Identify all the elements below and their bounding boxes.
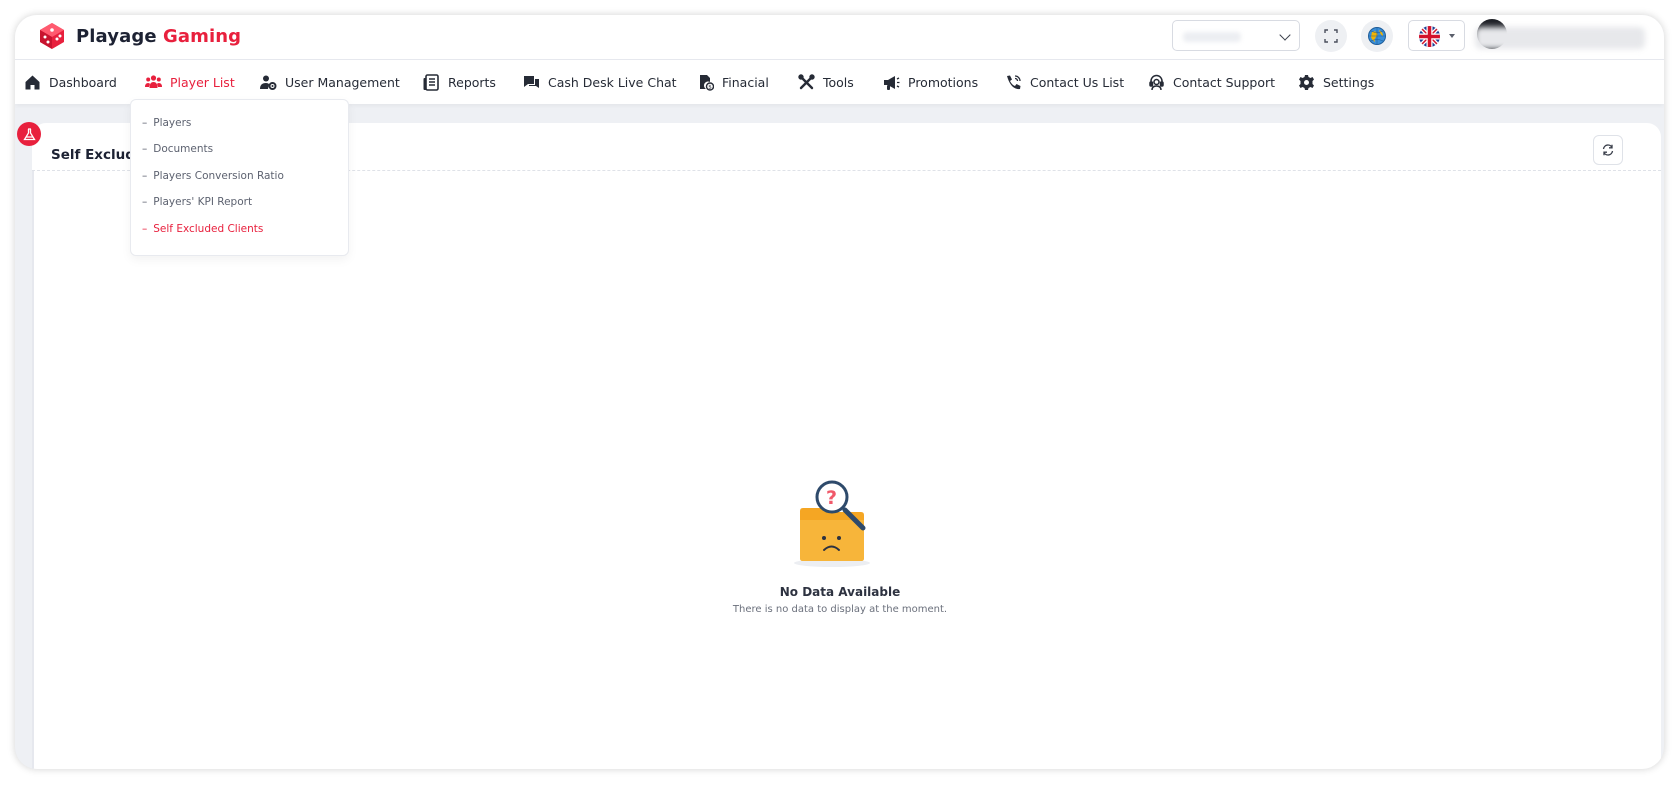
nav-label: Contact Us List xyxy=(1030,74,1125,90)
user-name-blurred xyxy=(1475,27,1645,49)
svg-text:?: ? xyxy=(826,487,837,509)
user-gear-icon xyxy=(260,75,277,90)
dropdown-item-self-excluded-clients[interactable]: – Self Excluded Clients xyxy=(142,223,263,235)
fullscreen-icon xyxy=(1324,29,1338,43)
chevron-down-icon xyxy=(1279,29,1291,41)
dropdown-item-label: Players Conversion Ratio xyxy=(153,170,284,182)
nav-contact-us-list[interactable]: Contact Us List xyxy=(1005,72,1124,92)
flask-icon xyxy=(22,127,36,140)
dropdown-item-players-conversion-ratio[interactable]: – Players Conversion Ratio xyxy=(142,170,284,182)
dash-marker: – xyxy=(142,143,148,155)
dropdown-item-players-kpi-report[interactable]: – Players' KPI Report xyxy=(142,196,252,208)
empty-folder-illustration: ? xyxy=(794,480,870,567)
nav-label: Tools xyxy=(823,74,854,90)
nav-finacial[interactable]: $ Finacial xyxy=(697,72,769,92)
dropdown-item-label: Self Excluded Clients xyxy=(153,223,264,235)
dash-marker: – xyxy=(142,170,148,182)
account-select[interactable] xyxy=(1172,20,1300,51)
nav-reports[interactable]: Reports xyxy=(423,72,496,92)
report-icon xyxy=(423,73,439,91)
brand-name-accent: Gaming xyxy=(163,25,242,47)
nav-player-list[interactable]: Player List xyxy=(145,72,235,92)
dash-marker: – xyxy=(142,117,148,129)
brand-logo[interactable]: Playage Gaming xyxy=(37,21,241,51)
uk-flag-icon xyxy=(1419,26,1440,47)
globe-button[interactable] xyxy=(1361,20,1393,52)
nav-label: Contact Support xyxy=(1173,74,1276,90)
caret-down-icon xyxy=(1449,34,1455,38)
nav-tools[interactable]: Tools xyxy=(798,72,854,92)
dropdown-item-label: Documents xyxy=(153,143,214,155)
support-icon xyxy=(1149,74,1164,90)
nav-label: Promotions xyxy=(908,74,979,90)
player-list-dropdown: – Players – Documents – Players Conversion … xyxy=(130,99,349,256)
nav-cash-desk-live-chat[interactable]: Cash Desk Live Chat xyxy=(523,72,677,92)
language-select[interactable] xyxy=(1408,20,1465,51)
dropdown-item-label: Players xyxy=(153,117,192,129)
main-nav: Dashboard Player List User Management Re… xyxy=(15,60,1664,104)
brand-name: Playage Gaming xyxy=(76,26,241,47)
card-left-border xyxy=(32,170,34,769)
dash-marker: – xyxy=(142,223,148,235)
account-select-value-blurred xyxy=(1183,32,1241,42)
phone-icon xyxy=(1007,74,1021,89)
nav-dashboard[interactable]: Dashboard xyxy=(24,72,117,92)
nav-label: User Management xyxy=(285,74,400,90)
gear-icon xyxy=(1299,74,1314,90)
brand-name-primary: Playage xyxy=(76,25,157,47)
dropdown-item-players[interactable]: – Players xyxy=(142,117,191,129)
nav-label: Settings xyxy=(1323,74,1375,90)
app-window: Playage Gaming Dashboard Player List Use… xyxy=(15,15,1664,769)
finance-icon: $ xyxy=(700,74,714,91)
nav-label: Dashboard xyxy=(49,74,117,90)
dash-marker: – xyxy=(142,196,148,208)
nav-label: Reports xyxy=(448,74,496,90)
nav-label: Finacial xyxy=(722,74,769,90)
megaphone-icon xyxy=(884,75,900,90)
users-icon xyxy=(145,74,162,88)
refresh-button[interactable] xyxy=(1593,135,1623,165)
test-mode-badge[interactable] xyxy=(17,122,41,146)
dice-logo-icon xyxy=(40,23,64,49)
nav-label: Cash Desk Live Chat xyxy=(548,74,677,90)
empty-state-subtitle: There is no data to display at the momen… xyxy=(732,604,948,615)
top-bar: Playage Gaming xyxy=(15,15,1664,60)
refresh-icon xyxy=(1602,144,1614,156)
nav-promotions[interactable]: Promotions xyxy=(883,72,978,92)
nav-settings[interactable]: Settings xyxy=(1298,72,1374,92)
nav-contact-support[interactable]: Contact Support xyxy=(1148,72,1275,92)
home-icon xyxy=(25,75,40,89)
nav-label: Player List xyxy=(170,74,235,90)
tools-icon xyxy=(798,73,815,89)
chat-icon xyxy=(524,75,539,88)
empty-state-title: No Data Available xyxy=(779,585,901,599)
svg-text:$: $ xyxy=(708,84,712,90)
dropdown-item-documents[interactable]: – Documents xyxy=(142,143,213,155)
fullscreen-button[interactable] xyxy=(1315,20,1347,52)
dropdown-item-label: Players' KPI Report xyxy=(153,196,253,208)
globe-icon xyxy=(1368,27,1386,45)
nav-user-management[interactable]: User Management xyxy=(260,72,400,92)
